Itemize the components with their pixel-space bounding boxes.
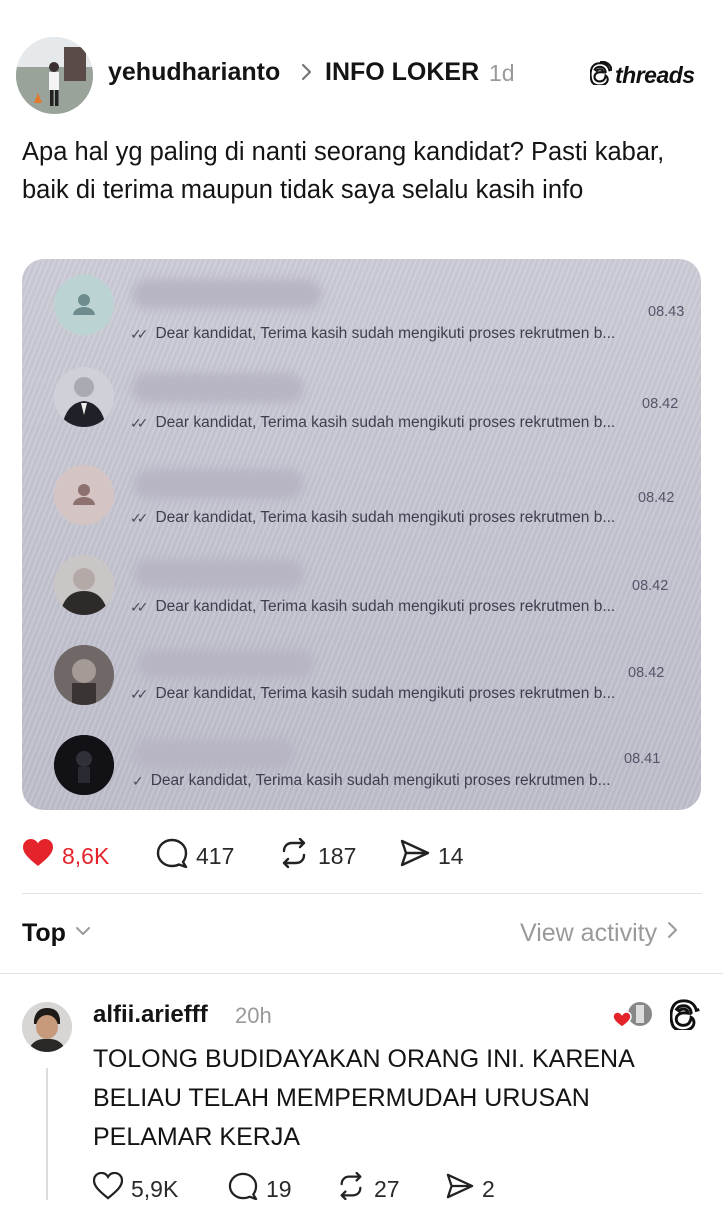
chat-preview: ✓✓ Dear kandidat, Terima kasih sudah men… — [130, 414, 616, 431]
like-button[interactable]: 8,6K — [22, 838, 109, 874]
blurred-contact-name — [132, 373, 304, 403]
share-button[interactable]: 14 — [400, 838, 464, 874]
chat-time: 08.41 — [624, 751, 661, 767]
reply-author-avatar[interactable] — [22, 1002, 72, 1052]
chat-time: 08.42 — [638, 490, 675, 506]
sort-dropdown[interactable]: Top — [22, 919, 92, 948]
chat-time: 08.43 — [648, 304, 685, 320]
post-timestamp: 1d — [489, 60, 515, 86]
double-check-icon: ✓✓ — [130, 325, 149, 342]
threads-logo-icon — [589, 59, 613, 90]
blurred-contact-name — [138, 649, 314, 679]
post-body: Apa hal yg paling di nanti seorang kandi… — [22, 138, 665, 204]
reply-body: TOLONG BUDIDAYAKAN ORANG INI. KARENA BEL… — [93, 1045, 634, 1151]
share-icon — [446, 1172, 474, 1206]
chat-preview: ✓✓ Dear kandidat, Terima kasih sudah men… — [130, 325, 616, 342]
threads-logo-icon — [669, 998, 702, 1033]
comment-icon — [228, 1172, 258, 1206]
chat-preview: ✓✓ Dear kandidat, Terima kasih sudah men… — [130, 685, 616, 702]
threads-brand: threads — [589, 59, 695, 90]
double-check-icon: ✓✓ — [130, 414, 149, 431]
default-avatar-icon — [54, 465, 114, 525]
reply-reply-button[interactable]: 19 — [228, 1172, 292, 1206]
chat-preview: ✓✓ Dear kandidat, Terima kasih sudah men… — [130, 598, 616, 615]
reply-timestamp: 20h — [235, 1003, 272, 1028]
share-count: 14 — [438, 842, 464, 869]
contact-avatar — [54, 645, 114, 705]
blurred-contact-name — [134, 559, 304, 589]
sort-label: Top — [22, 919, 66, 947]
double-check-icon: ✓✓ — [130, 598, 149, 615]
default-avatar-icon — [54, 275, 114, 335]
contact-avatar — [54, 367, 114, 427]
chat-row: 08.42 ✓✓ Dear kandidat, Terima kasih sud… — [22, 351, 701, 443]
reply-repost-button[interactable]: 27 — [336, 1171, 400, 1206]
post-image[interactable]: 08.43 ✓✓ Dear kandidat, Terima kasih sud… — [22, 259, 701, 810]
comment-icon — [156, 838, 188, 874]
reply-like-button[interactable]: 5,9K — [92, 1171, 179, 1206]
chat-time: 08.42 — [642, 396, 679, 412]
view-activity-label: View activity — [520, 919, 658, 947]
like-count: 8,6K — [62, 842, 110, 869]
reply-share-button[interactable]: 2 — [446, 1172, 495, 1206]
topic-tag[interactable]: INFO LOKER — [325, 58, 479, 87]
heart-icon — [22, 838, 54, 874]
chat-row: 08.42 ✓✓ Dear kandidat, Terima kasih sud… — [22, 535, 701, 627]
reply-repost-count: 27 — [374, 1175, 400, 1202]
reply-like-count: 5,9K — [131, 1175, 179, 1202]
chevron-down-icon — [74, 924, 92, 943]
check-icon: ✓ — [132, 772, 144, 789]
chat-row: 08.42 ✓✓ Dear kandidat, Terima kasih sud… — [22, 627, 701, 719]
reply-count: 417 — [196, 842, 235, 869]
repost-button[interactable]: 187 — [278, 837, 357, 874]
thread-line — [46, 1068, 48, 1200]
reply-button[interactable]: 417 — [156, 838, 234, 874]
blurred-contact-name — [134, 739, 294, 769]
chat-row: 08.42 ✓✓ Dear kandidat, Terima kasih sud… — [22, 443, 701, 535]
divider — [22, 893, 702, 894]
reply-share-count: 2 — [482, 1175, 495, 1202]
chat-time: 08.42 — [632, 578, 669, 594]
double-check-icon: ✓✓ — [130, 509, 149, 526]
chat-row: 08.41 ✓ Dear kandidat, Terima kasih suda… — [22, 719, 701, 810]
view-activity-link[interactable]: View activity — [520, 919, 679, 948]
double-check-icon: ✓✓ — [130, 685, 149, 702]
chat-row: 08.43 ✓✓ Dear kandidat, Terima kasih sud… — [22, 259, 701, 351]
threads-wordmark: threads — [615, 61, 695, 88]
liked-by-author-indicator — [612, 999, 656, 1031]
contact-avatar — [54, 555, 114, 615]
chat-preview: ✓✓ Dear kandidat, Terima kasih sudah men… — [130, 509, 616, 526]
repost-icon — [336, 1171, 366, 1206]
chat-time: 08.42 — [628, 665, 665, 681]
repost-icon — [278, 837, 310, 874]
blurred-contact-name — [134, 469, 304, 499]
reply-username[interactable]: alfii.ariefff — [93, 1001, 208, 1029]
chat-preview: ✓ Dear kandidat, Terima kasih sudah meng… — [132, 772, 611, 789]
author-avatar[interactable] — [16, 37, 93, 114]
divider — [0, 973, 723, 974]
blurred-contact-name — [132, 279, 322, 309]
author-username[interactable]: yehudharianto — [108, 58, 280, 87]
repost-count: 187 — [318, 842, 357, 869]
topic-chevron-icon — [300, 60, 314, 90]
share-icon — [400, 838, 430, 874]
contact-avatar — [54, 735, 114, 795]
chevron-right-icon — [665, 919, 679, 948]
heart-icon — [92, 1171, 124, 1206]
reply-reply-count: 19 — [266, 1175, 292, 1202]
